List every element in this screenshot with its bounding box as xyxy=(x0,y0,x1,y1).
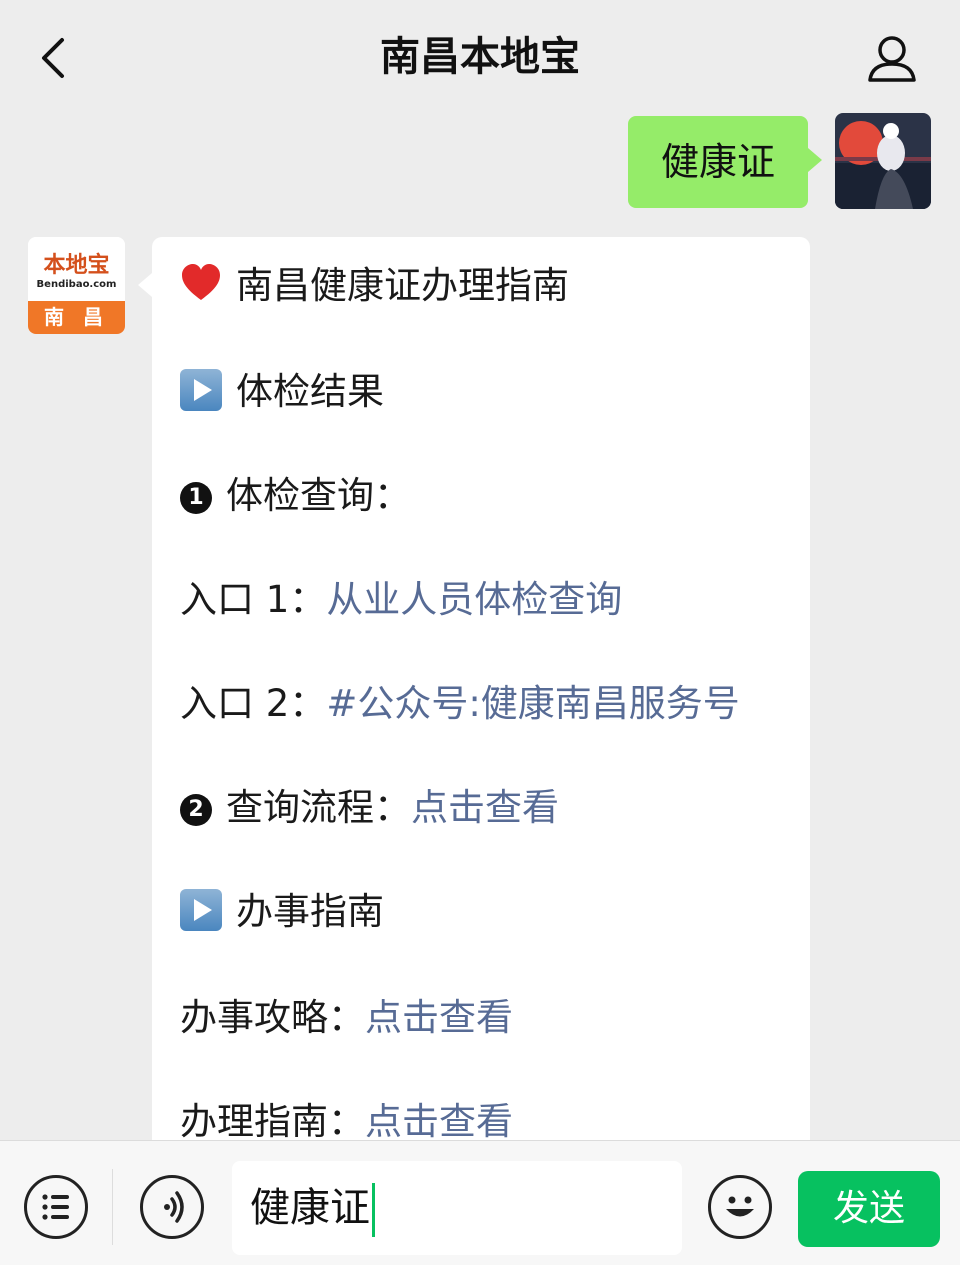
list-icon xyxy=(42,1194,69,1220)
logo-city: 南 昌 xyxy=(28,301,125,334)
list-item: 入口 1：从业人员体检查询 xyxy=(180,575,622,625)
input-bar: 健康证 发送 xyxy=(0,1140,960,1265)
text-caret xyxy=(372,1183,375,1237)
heart-icon xyxy=(182,264,220,300)
list-item: 2 查询流程：点击查看 xyxy=(180,783,559,833)
list-item: 南昌健康证办理指南 xyxy=(180,261,569,311)
voice-icon xyxy=(164,1191,184,1223)
avatar-image xyxy=(835,113,931,209)
play-icon xyxy=(180,889,222,931)
section-heading: 体检结果 xyxy=(236,370,384,413)
item-label: 办理指南： xyxy=(180,1100,365,1143)
logo-domain: Bendibao.com xyxy=(36,279,117,290)
official-account-link[interactable]: #公众号:健康南昌服务号 xyxy=(326,682,739,725)
divider xyxy=(112,1169,113,1245)
official-account-avatar[interactable]: 本地宝 Bendibao.com 南 昌 xyxy=(28,237,125,334)
smiley-icon xyxy=(726,1196,754,1217)
guide-link[interactable]: 点击查看 xyxy=(365,1100,513,1143)
item-label: 入口 1： xyxy=(180,578,327,621)
person-icon xyxy=(868,36,916,82)
top-nav-bar: 南昌本地宝 xyxy=(0,0,960,116)
item-label: 办事攻略： xyxy=(180,996,365,1039)
emoji-button[interactable] xyxy=(708,1175,772,1239)
number-badge: 2 xyxy=(180,794,212,826)
number-badge: 1 xyxy=(180,482,212,514)
incoming-message-bubble: 南昌健康证办理指南 体检结果 1 体检查询： 入口 1：从业人员体检查询 入口 2… xyxy=(138,237,810,1177)
outgoing-message-bubble[interactable]: 健康证 xyxy=(628,116,822,208)
list-item: 体检结果 xyxy=(180,367,384,417)
list-item: 办事攻略：点击查看 xyxy=(180,993,513,1043)
message-heading: 南昌健康证办理指南 xyxy=(236,264,569,307)
menu-button[interactable] xyxy=(24,1175,88,1239)
my-avatar[interactable] xyxy=(835,113,931,209)
play-icon xyxy=(180,369,222,411)
list-item: 入口 2：#公众号:健康南昌服务号 xyxy=(180,679,740,729)
input-value: 健康证 xyxy=(250,1185,370,1231)
section-heading: 办事指南 xyxy=(236,890,384,933)
query-process-link[interactable]: 点击查看 xyxy=(411,786,559,829)
voice-button[interactable] xyxy=(140,1175,204,1239)
profile-button[interactable] xyxy=(864,30,920,86)
logo-text: 本地宝 xyxy=(43,252,110,278)
list-item: 办事指南 xyxy=(180,887,384,937)
send-button[interactable]: 发送 xyxy=(798,1171,940,1247)
list-item: 1 体检查询： xyxy=(180,471,411,521)
page-title: 南昌本地宝 xyxy=(380,34,580,80)
item-label: 入口 2： xyxy=(180,682,327,725)
exam-query-link[interactable]: 从业人员体检查询 xyxy=(326,578,622,621)
message-input[interactable]: 健康证 xyxy=(232,1161,682,1255)
item-label: 查询流程： xyxy=(226,786,411,829)
item-text: 体检查询： xyxy=(226,474,411,517)
strategy-link[interactable]: 点击查看 xyxy=(365,996,513,1039)
